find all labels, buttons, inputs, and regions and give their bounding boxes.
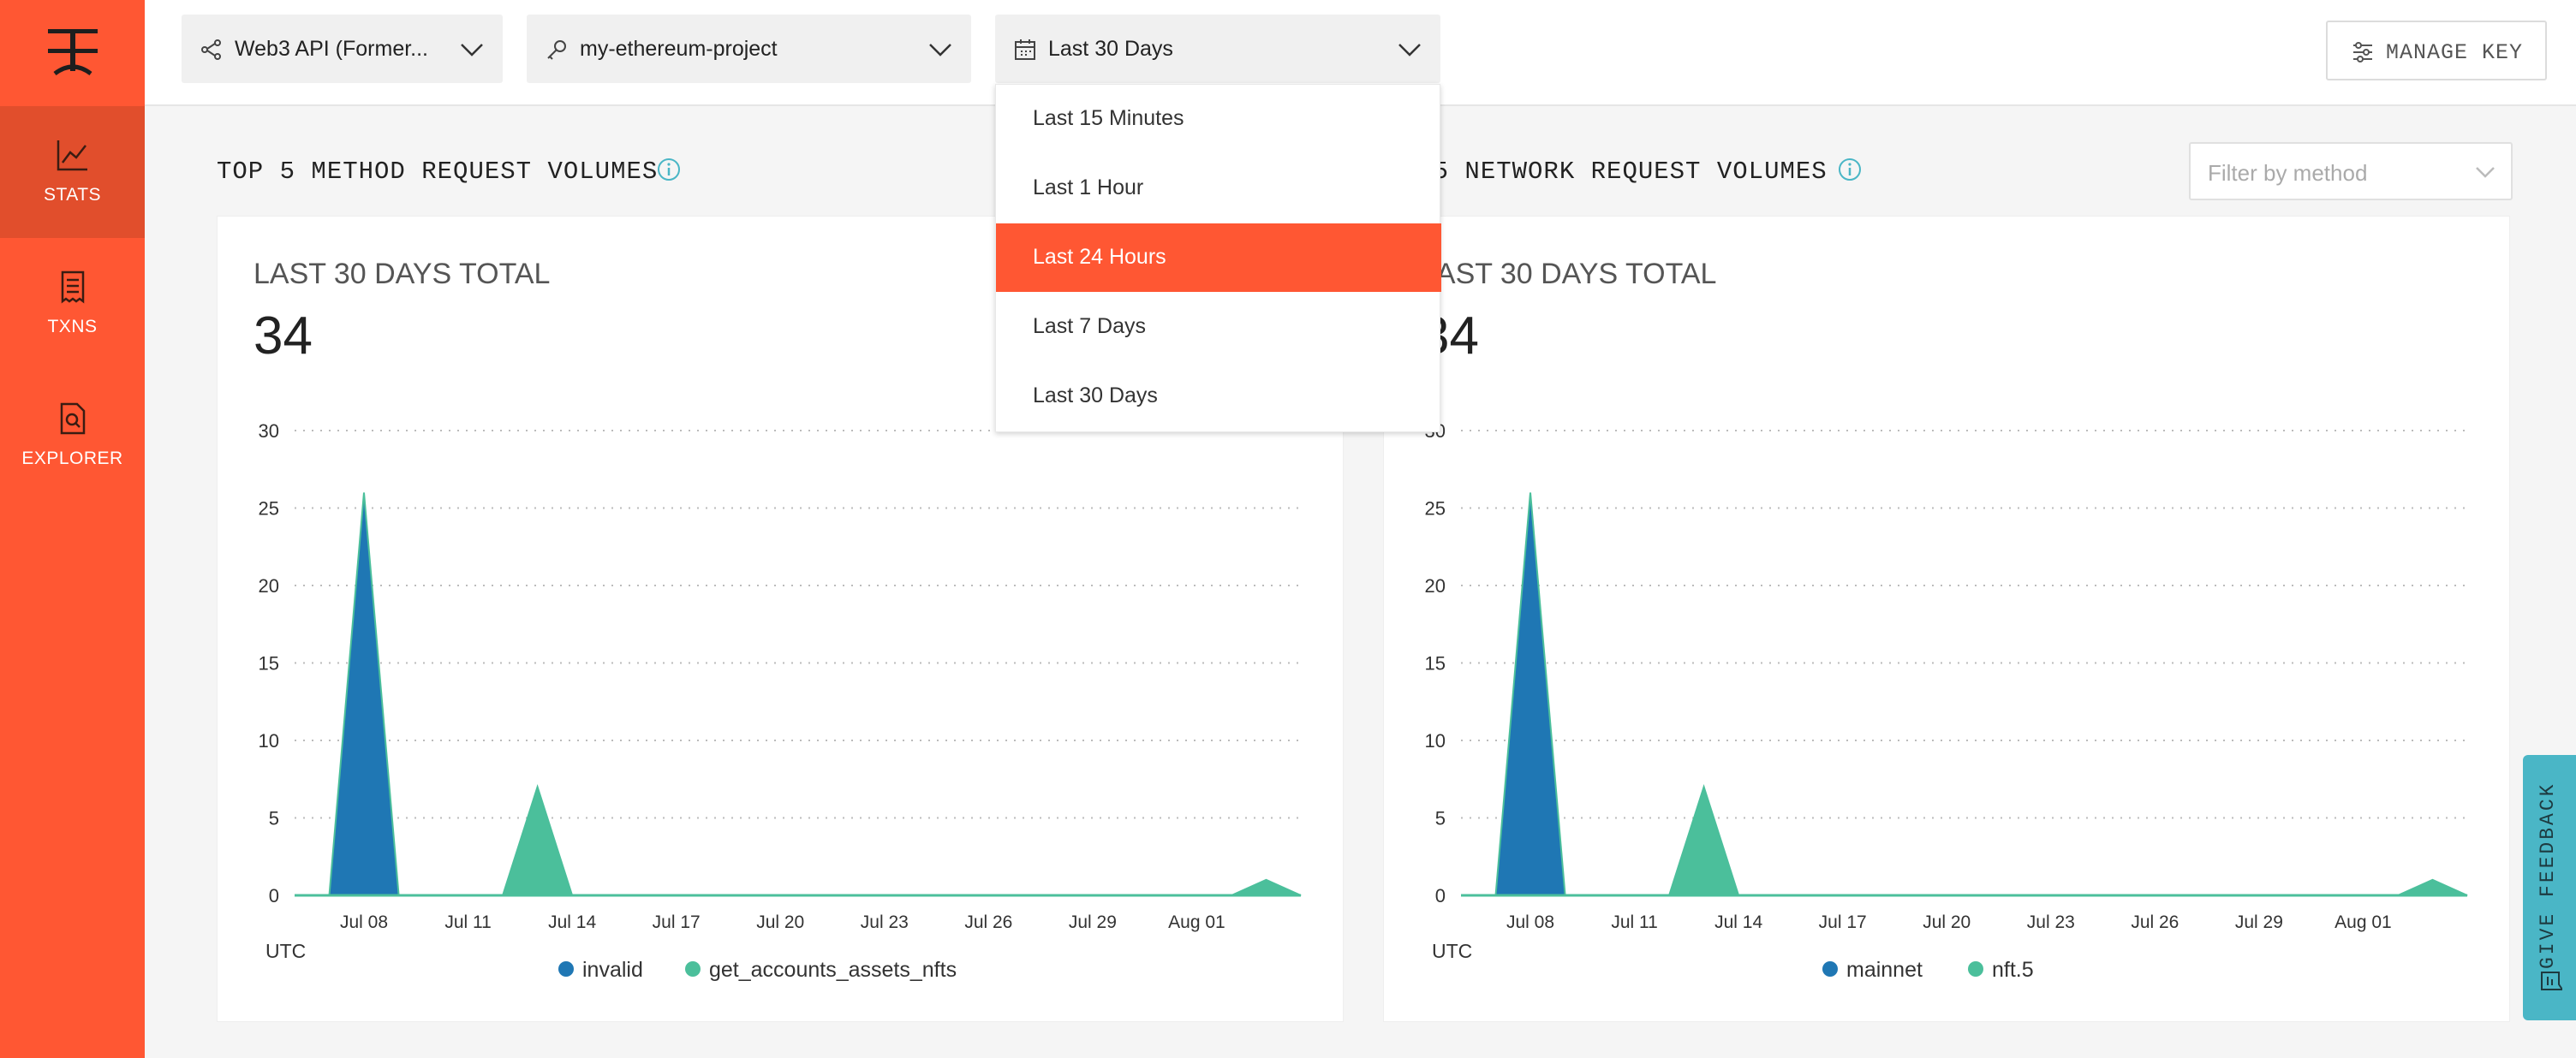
network-volume-card: LAST 30 DAYS TOTAL 34 051015202530Jul 08… bbox=[1383, 216, 2510, 1022]
give-feedback-button[interactable]: GIVE FEEDBACK bbox=[2523, 755, 2576, 1020]
legend-dot bbox=[685, 961, 701, 978]
y-tick-label: 5 bbox=[269, 808, 279, 829]
menu-item-last-1-hour[interactable]: Last 1 Hour bbox=[996, 154, 1441, 223]
method-volumes-title: TOP 5 METHOD REQUEST VOLUMES bbox=[217, 158, 659, 186]
legend-label: mainnet bbox=[1846, 958, 1923, 982]
area-series-nft-5 bbox=[1461, 784, 2468, 896]
manage-key-label: MANAGE KEY bbox=[2386, 40, 2524, 65]
y-tick-label: 25 bbox=[259, 498, 279, 520]
info-icon[interactable] bbox=[1838, 158, 1862, 181]
menu-item-label: Last 30 Days bbox=[1033, 383, 1158, 407]
menu-item-label: Last 1 Hour bbox=[1033, 175, 1144, 199]
menu-item-last-15-minutes[interactable]: Last 15 Minutes bbox=[996, 85, 1441, 153]
x-tick-label: Jul 11 bbox=[1611, 912, 1657, 932]
sidebar-item-txns[interactable]: TXNS bbox=[0, 238, 145, 370]
chevron-down-icon bbox=[461, 44, 483, 56]
menu-item-label: Last 24 Hours bbox=[1033, 245, 1166, 269]
legend-label: nft.5 bbox=[1992, 958, 2034, 982]
sidebar-item-label: STATS bbox=[43, 185, 102, 205]
receipt-icon bbox=[61, 270, 85, 304]
sidebar: STATS TXNS EXPLORER bbox=[0, 0, 145, 1058]
sidebar-item-stats[interactable]: STATS bbox=[0, 106, 145, 238]
filter-placeholder: Filter by method bbox=[2208, 160, 2368, 186]
network-nodes-icon bbox=[201, 39, 221, 60]
brand-logo-icon[interactable] bbox=[45, 26, 101, 77]
x-tick-label: Jul 29 bbox=[1069, 912, 1117, 932]
x-tick-label: Jul 11 bbox=[444, 912, 491, 932]
time-range-select[interactable]: Last 30 Days bbox=[995, 15, 1440, 83]
key-icon bbox=[547, 40, 566, 60]
x-tick-label: Jul 20 bbox=[756, 912, 804, 932]
feedback-label: GIVE FEEDBACK bbox=[2537, 782, 2559, 969]
legend-item-invalid[interactable]: invalid bbox=[558, 958, 643, 983]
project-select[interactable]: my-ethereum-project bbox=[527, 15, 971, 83]
x-tick-label: Jul 29 bbox=[2235, 912, 2283, 932]
x-tick-label: Jul 20 bbox=[1923, 912, 1971, 932]
y-tick-label: 10 bbox=[259, 730, 279, 752]
legend-dot bbox=[1968, 961, 1983, 978]
legend-dot bbox=[558, 961, 574, 978]
calendar-icon bbox=[1015, 39, 1035, 60]
y-tick-label: 0 bbox=[1435, 885, 1446, 906]
y-tick-label: 20 bbox=[259, 575, 279, 597]
project-select-value: my-ethereum-project bbox=[580, 37, 778, 61]
y-tick-label: 5 bbox=[1435, 808, 1446, 829]
api-select-value: Web3 API (Former... bbox=[235, 37, 429, 61]
network-volume-chart: 051015202530Jul 08Jul 11Jul 14Jul 17Jul … bbox=[1425, 420, 2468, 932]
y-tick-label: 10 bbox=[1425, 730, 1446, 752]
y-tick-label: 15 bbox=[1425, 653, 1446, 675]
y-tick-label: 20 bbox=[1425, 575, 1446, 597]
sidebar-item-explorer[interactable]: EXPLORER bbox=[0, 370, 145, 502]
chevron-down-icon bbox=[1398, 44, 1421, 56]
menu-item-label: Last 15 Minutes bbox=[1033, 106, 1184, 130]
manage-key-button[interactable]: MANAGE KEY bbox=[2326, 21, 2547, 80]
x-tick-label: Jul 23 bbox=[2027, 912, 2075, 932]
area-series-mainnet bbox=[1461, 492, 2467, 896]
x-tick-label: Jul 17 bbox=[653, 912, 701, 932]
menu-item-last-30-days[interactable]: Last 30 Days bbox=[996, 362, 1441, 431]
sliders-icon bbox=[2353, 42, 2372, 62]
document-search-icon bbox=[60, 402, 86, 435]
x-tick-label: Jul 14 bbox=[1714, 912, 1762, 932]
x-tick-label: Jul 17 bbox=[1819, 912, 1867, 932]
y-tick-label: 15 bbox=[259, 653, 279, 675]
api-select[interactable]: Web3 API (Former... bbox=[182, 15, 503, 83]
chevron-down-icon bbox=[2476, 167, 2495, 178]
menu-item-label: Last 7 Days bbox=[1033, 314, 1147, 338]
feedback-icon bbox=[2541, 972, 2562, 990]
sidebar-item-label: EXPLORER bbox=[21, 449, 123, 468]
legend-label: invalid bbox=[582, 958, 643, 982]
sidebar-item-label: TXNS bbox=[47, 317, 98, 336]
legend-item-mainnet[interactable]: mainnet bbox=[1822, 958, 1923, 983]
y-tick-label: 30 bbox=[259, 420, 279, 442]
x-tick-label: Jul 23 bbox=[861, 912, 909, 932]
time-range-value: Last 30 Days bbox=[1048, 37, 1173, 61]
y-tick-label: 25 bbox=[1425, 498, 1446, 520]
legend-item-get-accounts-assets-nfts[interactable]: get_accounts_assets_nfts bbox=[685, 958, 957, 983]
x-tick-label: Jul 26 bbox=[2131, 912, 2179, 932]
chart-legend: invalid get_accounts_assets_nfts bbox=[218, 958, 1345, 987]
chart-legend: mainnet nft.5 bbox=[1384, 958, 2511, 987]
x-tick-label: Aug 01 bbox=[1168, 912, 1225, 932]
x-tick-label: Jul 14 bbox=[548, 912, 596, 932]
chevron-down-icon bbox=[929, 44, 951, 56]
x-tick-label: Aug 01 bbox=[2334, 912, 2392, 932]
line-chart-icon bbox=[57, 140, 87, 171]
menu-item-last-24-hours[interactable]: Last 24 Hours bbox=[996, 223, 1441, 292]
legend-label: get_accounts_assets_nfts bbox=[709, 958, 957, 982]
y-tick-label: 0 bbox=[269, 885, 279, 906]
time-range-menu: Last 15 Minutes Last 1 Hour Last 24 Hour… bbox=[995, 84, 1441, 432]
x-tick-label: Jul 08 bbox=[340, 912, 388, 932]
menu-item-last-7-days[interactable]: Last 7 Days bbox=[996, 293, 1441, 361]
filter-by-method-select[interactable]: Filter by method bbox=[2189, 142, 2513, 200]
x-tick-label: Jul 26 bbox=[964, 912, 1012, 932]
area-series-invalid bbox=[295, 492, 1301, 896]
legend-dot bbox=[1822, 961, 1838, 978]
info-icon[interactable] bbox=[657, 158, 681, 181]
area-series-get-accounts-assets-nfts bbox=[295, 784, 1302, 896]
x-tick-label: Jul 08 bbox=[1506, 912, 1554, 932]
legend-item-nft5[interactable]: nft.5 bbox=[1968, 958, 2034, 983]
